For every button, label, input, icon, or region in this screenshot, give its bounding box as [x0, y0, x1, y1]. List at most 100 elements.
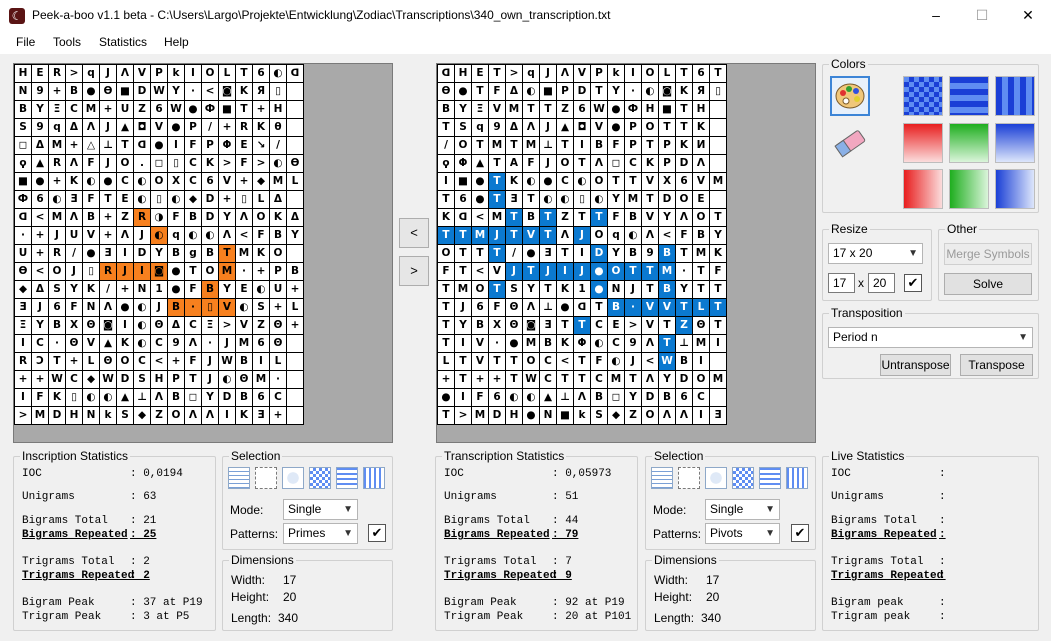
inscription-cell[interactable]: < — [31, 262, 49, 281]
blue-hgradient-swatch[interactable] — [995, 169, 1035, 209]
inscription-cell[interactable]: W — [218, 352, 236, 371]
inscription-cell[interactable]: Z — [133, 100, 151, 119]
transcription-cell[interactable]: T — [675, 118, 693, 137]
transcription-cell[interactable]: T — [454, 262, 472, 281]
transcription-cell[interactable]: T — [641, 136, 659, 155]
inscription-cell[interactable] — [286, 100, 304, 119]
inscription-cell[interactable]: Z — [150, 406, 168, 425]
inscription-cell[interactable]: · — [184, 298, 202, 317]
transcription-cell[interactable]: / — [437, 136, 455, 155]
inscription-cell[interactable]: V — [235, 316, 253, 335]
inscription-cell[interactable]: ◐ — [269, 64, 287, 83]
transcription-cell[interactable]: q — [522, 64, 540, 83]
transcription-cell[interactable]: T — [675, 244, 693, 263]
transcription-cell[interactable]: ◐ — [590, 334, 608, 353]
inscription-cell[interactable]: Λ — [65, 154, 83, 173]
transcription-cell[interactable]: ◐ — [522, 82, 540, 101]
inscription-cell[interactable]: T — [235, 100, 253, 119]
transcription-cell[interactable]: I — [709, 334, 727, 353]
transcription-cell[interactable]: ◐ — [505, 388, 523, 407]
transcription-cell[interactable]: > — [454, 406, 472, 425]
inscription-cell[interactable] — [286, 136, 304, 155]
transcription-cell[interactable]: T — [437, 298, 455, 317]
inscription-cell[interactable]: ◐ — [82, 172, 100, 191]
inscription-cell[interactable]: ◐ — [82, 388, 100, 407]
transcription-cell[interactable]: B — [471, 316, 489, 335]
inscription-cell[interactable]: I — [184, 64, 202, 83]
transcription-cell[interactable]: V — [488, 100, 506, 119]
transcription-cell[interactable]: Ǝ — [539, 316, 557, 335]
transcription-cell[interactable]: q — [471, 118, 489, 137]
transcription-cell[interactable]: T — [488, 352, 506, 371]
transcription-cell[interactable]: ▯ — [573, 190, 591, 209]
menu-file[interactable]: File — [16, 35, 35, 49]
inscription-cell[interactable]: L — [269, 352, 287, 371]
merge-symbols-button[interactable]: Merge Symbols — [944, 243, 1032, 265]
transcription-grid[interactable]: ᗡ H E T > q J Λ V Pk I O L T 6 T Ө ● T F Δ ◐ ■ P D T Y · ◐ ◙ K Я ▯ B Y Ξ V M T… — [437, 64, 727, 425]
inscription-cell[interactable]: W — [150, 82, 168, 101]
transcription-cell[interactable]: Y — [624, 388, 642, 407]
transcription-cell[interactable]: I — [573, 136, 591, 155]
transcription-cell[interactable]: J — [624, 280, 642, 299]
transcription-cell[interactable]: T — [505, 136, 523, 155]
transcription-cell[interactable]: S — [505, 280, 523, 299]
transcription-cell[interactable]: 6 — [675, 388, 693, 407]
transcription-cell[interactable]: T — [522, 100, 540, 119]
transcription-cell[interactable]: J — [505, 262, 523, 281]
inscription-cell[interactable]: Δ — [31, 136, 49, 155]
inscription-cell[interactable]: Ө — [99, 82, 117, 101]
transcription-cell[interactable]: C — [539, 370, 557, 389]
inscription-cell[interactable]: ϙ — [14, 154, 32, 173]
inscription-cell[interactable]: + — [116, 280, 134, 299]
transcription-cell[interactable]: T — [556, 370, 574, 389]
transcription-cell[interactable]: L — [437, 352, 455, 371]
transcription-cell[interactable]: Y — [709, 226, 727, 245]
transcription-cell[interactable]: Δ — [505, 118, 523, 137]
transcription-cell[interactable]: ◆ — [607, 406, 625, 425]
inscription-cell[interactable]: F — [184, 280, 202, 299]
transcription-cell[interactable]: Y — [607, 82, 625, 101]
inscription-cell[interactable]: ◐ — [218, 370, 236, 389]
inscription-cell[interactable]: ◆ — [82, 370, 100, 389]
transcription-cell[interactable]: V — [488, 262, 506, 281]
inscription-cell[interactable]: ▯ — [150, 190, 168, 209]
inscription-cell[interactable]: Λ — [150, 388, 168, 407]
transcription-cell[interactable]: K — [692, 118, 710, 137]
transcription-cell[interactable]: W — [522, 370, 540, 389]
transcription-cell[interactable]: T — [454, 226, 472, 245]
transcription-cell[interactable]: B — [692, 226, 710, 245]
transcription-cell[interactable]: S — [590, 406, 608, 425]
inscription-cell[interactable]: Y — [201, 388, 219, 407]
transcription-cell[interactable]: O — [454, 136, 472, 155]
inscription-cell[interactable]: q — [167, 226, 185, 245]
transcription-cell[interactable] — [709, 352, 727, 371]
transposition-mode-select[interactable]: Period n ▼ — [828, 327, 1033, 348]
transcription-cell[interactable]: > — [624, 316, 642, 335]
mode-select[interactable]: Single ▼ — [705, 499, 780, 520]
inscription-cell[interactable]: M — [48, 208, 66, 227]
inscription-cell[interactable]: ● — [167, 262, 185, 281]
inscription-cell[interactable]: ᗡ — [286, 64, 304, 83]
inscription-cell[interactable]: + — [269, 406, 287, 425]
transcription-cell[interactable]: q — [607, 226, 625, 245]
inscription-cell[interactable]: + — [99, 208, 117, 227]
inscription-cell[interactable]: Λ — [116, 226, 134, 245]
inscription-cell[interactable]: ⊥ — [99, 136, 117, 155]
transcription-cell[interactable]: T — [437, 406, 455, 425]
transcription-cell[interactable]: Δ — [505, 82, 523, 101]
transcription-cell[interactable]: T — [539, 100, 557, 119]
menu-tools[interactable]: Tools — [53, 35, 81, 49]
transcription-cell[interactable]: + — [437, 370, 455, 389]
transcription-cell[interactable]: + — [471, 370, 489, 389]
transcription-cell[interactable]: O — [641, 118, 659, 137]
transcription-cell[interactable]: 6 — [454, 190, 472, 209]
inscription-cell[interactable]: Λ — [116, 64, 134, 83]
patterns-checkbox[interactable]: ✔ — [791, 524, 809, 542]
inscription-cell[interactable]: + — [218, 118, 236, 137]
inscription-cell[interactable]: / — [269, 136, 287, 155]
inscription-cell[interactable]: ■ — [218, 100, 236, 119]
transcription-cell[interactable]: 6 — [692, 64, 710, 83]
transcription-cell[interactable]: H — [692, 100, 710, 119]
inscription-cell[interactable]: · — [48, 334, 66, 353]
inscription-cell[interactable]: N — [82, 406, 100, 425]
